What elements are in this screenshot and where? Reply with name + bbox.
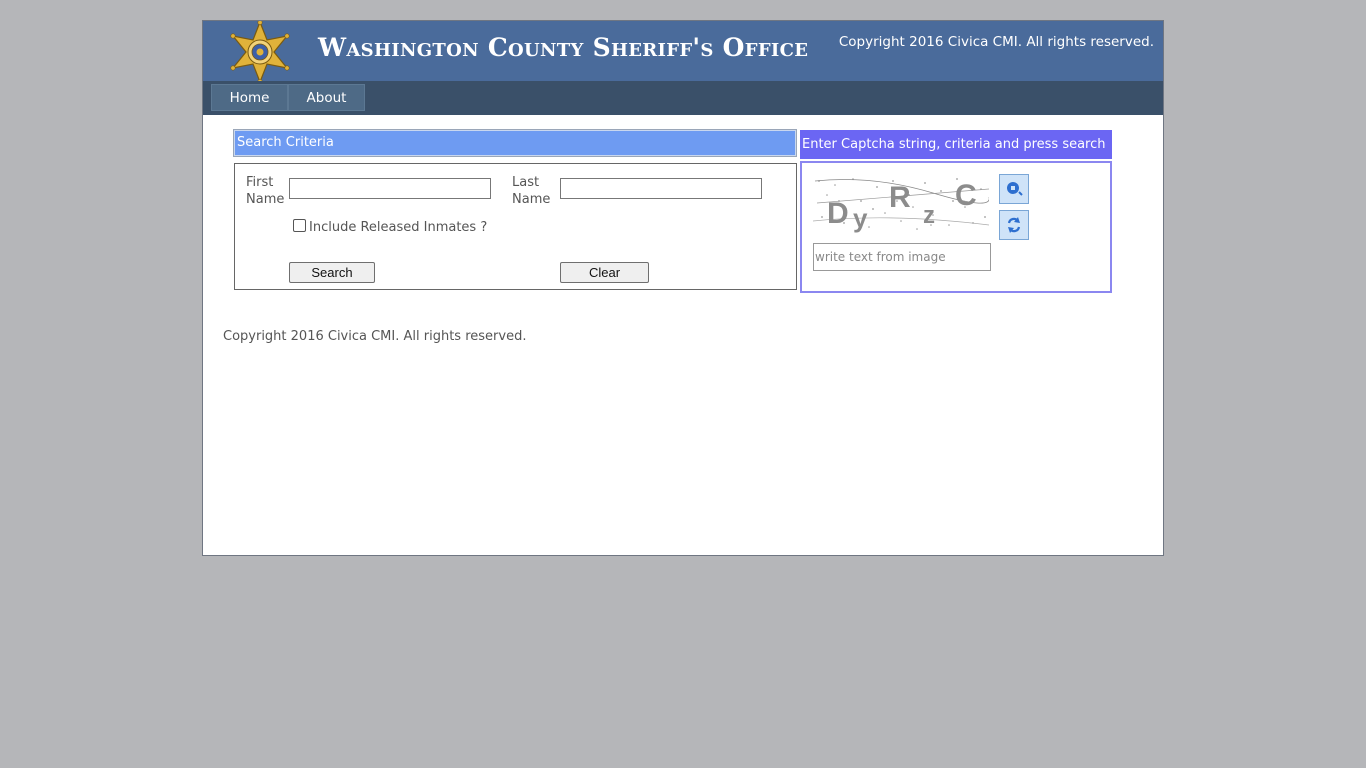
captcha-heading: Enter Captcha string, criteria and press…	[800, 130, 1112, 159]
header-copyright: Copyright 2016 Civica CMI. All rights re…	[838, 34, 1154, 50]
svg-text:C: C	[955, 179, 977, 212]
nav-home-link[interactable]: Home	[211, 84, 288, 111]
refresh-icon	[1007, 217, 1021, 233]
captcha-audio-button[interactable]	[999, 174, 1029, 204]
page-container: Washington County Sheriff's Office Copyr…	[202, 20, 1164, 556]
audio-icon	[1007, 182, 1023, 196]
captcha-refresh-button[interactable]	[999, 210, 1029, 240]
svg-text:z: z	[923, 202, 935, 229]
captcha-panel: D y R z C write text from image	[800, 161, 1112, 293]
svg-text:R: R	[889, 181, 911, 214]
last-name-input[interactable]	[560, 178, 762, 199]
svg-text:y: y	[853, 203, 868, 233]
captcha-image: D y R z C	[813, 173, 989, 233]
first-name-label: First Name	[246, 175, 285, 207]
search-criteria-heading: Search Criteria	[233, 129, 797, 157]
include-released-label: Include Released Inmates ?	[309, 220, 488, 235]
search-criteria-panel: First Name Last Name Include Released In…	[234, 163, 797, 290]
svg-text:D: D	[827, 197, 849, 230]
first-name-input[interactable]	[289, 178, 491, 199]
include-released-checkbox[interactable]	[293, 219, 306, 232]
nav-about-link[interactable]: About	[288, 84, 365, 111]
last-name-label: Last Name	[512, 175, 551, 207]
main-nav: Home About	[203, 81, 1163, 115]
site-title: Washington County Sheriff's Office	[318, 33, 809, 62]
search-button[interactable]: Search	[289, 262, 375, 283]
footer-copyright: Copyright 2016 Civica CMI. All rights re…	[223, 329, 527, 344]
site-header: Washington County Sheriff's Office Copyr…	[203, 21, 1163, 83]
captcha-input[interactable]: write text from image	[813, 243, 991, 271]
include-released-row: Include Released Inmates ?	[293, 219, 487, 235]
clear-button[interactable]: Clear	[560, 262, 649, 283]
sheriff-star-logo	[230, 21, 290, 83]
